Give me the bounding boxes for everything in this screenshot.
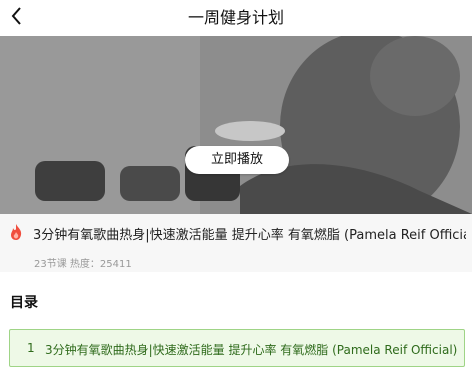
video-meta: 23节课 热度：25411	[34, 259, 132, 270]
chapter-number: 1	[27, 341, 35, 355]
video-cover[interactable]: 立即播放	[0, 36, 472, 214]
play-now-button[interactable]: 立即播放	[185, 146, 289, 174]
toc-heading: 目录	[10, 295, 38, 311]
video-info: 3分钟有氧歌曲热身|快速激活能量 提升心率 有氧燃脂 (Pamela Reif …	[0, 214, 472, 272]
page-title: 一周健身计划	[187, 8, 284, 27]
fire-icon	[11, 224, 22, 240]
video-title: 3分钟有氧歌曲热身|快速激活能量 提升心率 有氧燃脂 (Pamela Reif …	[33, 228, 466, 243]
cover-image	[0, 36, 472, 214]
top-bar: 一周健身计划	[0, 0, 472, 36]
chapter-title: 3分钟有氧歌曲热身|快速激活能量 提升心率 有氧燃脂 (Pamela Reif …	[45, 343, 458, 357]
chapter-item[interactable]: 1 3分钟有氧歌曲热身|快速激活能量 提升心率 有氧燃脂 (Pamela Rei…	[9, 329, 465, 367]
